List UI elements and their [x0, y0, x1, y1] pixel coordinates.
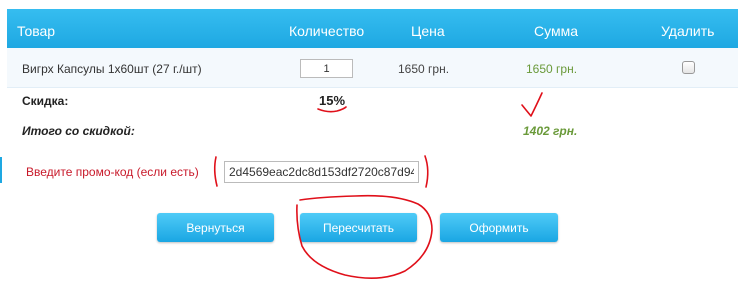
discount-label: Скидка:	[22, 94, 69, 108]
back-button[interactable]: Вернуться	[157, 213, 274, 242]
sum-cell: 1650 грн.	[526, 62, 578, 76]
promo-code-input[interactable]	[224, 161, 419, 183]
discount-value: 15%	[319, 93, 346, 108]
table-row: Вигрх Капсулы 1х60шт (27 г./шт) 1650 грн…	[7, 48, 738, 88]
total-label: Итого со скидкой:	[22, 124, 135, 138]
price-cell: 1650 грн.	[398, 62, 450, 76]
checkout-button[interactable]: Оформить	[440, 213, 558, 242]
promo-right-bracket-annotation	[424, 155, 429, 188]
header-quantity: Количество	[289, 23, 365, 39]
promo-label: Введите промо-код (если есть)	[26, 165, 199, 179]
header-delete: Удалить	[661, 23, 715, 39]
recalculate-button[interactable]: Пересчитать	[300, 213, 417, 242]
quantity-input[interactable]	[300, 59, 353, 78]
checkmark-annotation	[521, 92, 543, 117]
product-name[interactable]: Вигрх Капсулы 1х60шт (27 г./шт)	[22, 62, 202, 76]
header-sum: Сумма	[534, 23, 578, 39]
cart-table-header: Товар Количество Цена Сумма Удалить	[7, 9, 738, 48]
total-value: 1402 грн.	[523, 124, 578, 138]
header-product: Товар	[17, 23, 56, 39]
promo-accent-bar	[0, 157, 2, 183]
delete-checkbox[interactable]	[682, 61, 695, 74]
promo-left-bracket-annotation	[213, 156, 218, 187]
header-price: Цена	[411, 23, 445, 39]
